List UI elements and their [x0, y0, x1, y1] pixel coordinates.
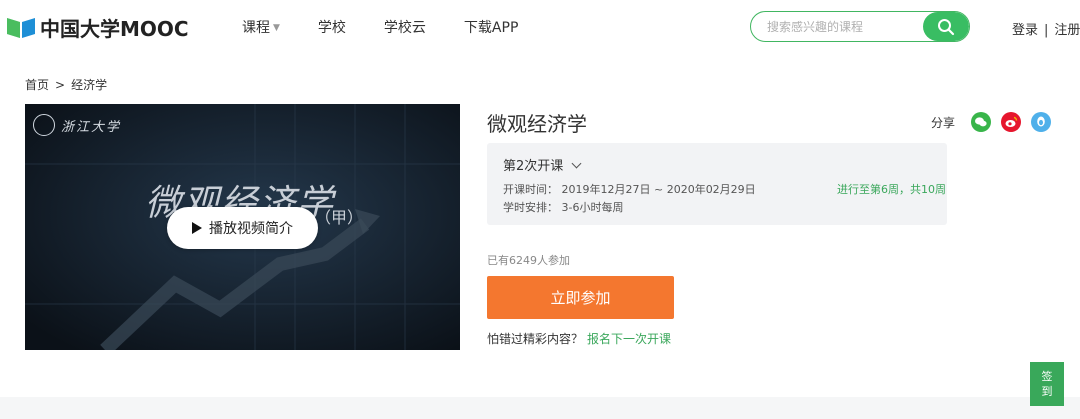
- term-time: 开课时间： 2019年12月27日 ~ 2020年02月29日: [503, 183, 756, 196]
- missed-text: 怕错过精彩内容？: [487, 332, 584, 346]
- university-seal-icon: [33, 114, 55, 136]
- top-header: 中国大学MOOC 课程▼ 学校 学校云 下载APP 登录 | 注册: [0, 0, 1080, 55]
- search-box: [750, 11, 970, 42]
- term-selector[interactable]: 第2次开课: [503, 155, 582, 174]
- course-title: 微观经济学: [487, 112, 587, 136]
- video-subtitle-text: （甲）: [315, 208, 364, 227]
- join-course-button[interactable]: 立即参加: [487, 276, 674, 319]
- enrolled-count: 已有6249人参加: [487, 254, 570, 267]
- nav-item-courses[interactable]: 课程 ▼: [242, 17, 280, 37]
- sign-in-label-1: 签: [1041, 370, 1053, 383]
- main-nav: 课程 ▼ 学校 学校云 下载APP: [242, 17, 556, 37]
- nav-item-label: 学校云: [383, 20, 426, 36]
- nav-item-label: 学校: [317, 20, 346, 36]
- auth-links: 登录 | 注册: [1012, 19, 1080, 38]
- nav-item-label: 下载APP: [463, 20, 519, 36]
- nav-item-download-app[interactable]: 下载APP: [464, 17, 518, 37]
- nav-item-label: 课程: [242, 20, 270, 36]
- breadcrumb-category[interactable]: 经济学: [71, 78, 107, 92]
- term-progress: 进行至第6周，共10周: [837, 183, 946, 196]
- auth-separator: |: [1044, 23, 1049, 38]
- breadcrumb-home[interactable]: 首页: [25, 78, 49, 92]
- nav-item-schools[interactable]: 学校: [318, 17, 346, 37]
- login-link[interactable]: 登录: [1012, 23, 1038, 38]
- search-icon: [938, 18, 955, 35]
- nav-item-school-cloud[interactable]: 学校云: [384, 17, 426, 37]
- search-button[interactable]: [923, 12, 969, 41]
- share-label: 分享: [931, 115, 956, 130]
- caret-down-icon: ▼: [273, 23, 280, 33]
- register-link[interactable]: 注册: [1054, 23, 1080, 38]
- site-logo[interactable]: 中国大学MOOC: [6, 12, 189, 42]
- book-logo-icon: [6, 14, 36, 40]
- wechat-icon[interactable]: [971, 112, 992, 132]
- play-intro-label: 播放视频简介: [209, 221, 293, 237]
- video-player[interactable]: 浙江大学 微观经济学 （甲） 播放视频简介: [25, 104, 460, 350]
- term-name: 第2次开课: [503, 159, 564, 174]
- university-logo: 浙江大学: [33, 114, 121, 136]
- sign-in-label-2: 到: [1041, 385, 1053, 398]
- qq-icon[interactable]: [1031, 112, 1052, 132]
- next-term-prompt: 怕错过精彩内容？ 报名下一次开课: [487, 330, 671, 347]
- sign-in-button[interactable]: 签 到: [1030, 362, 1064, 406]
- share-bar: 分享: [931, 112, 1052, 132]
- search-input[interactable]: [765, 17, 919, 37]
- term-hours: 学时安排： 3-6小时每周: [503, 201, 624, 214]
- play-icon: [192, 222, 202, 234]
- breadcrumb: 首页 > 经济学: [25, 76, 113, 93]
- weibo-icon[interactable]: [1001, 112, 1022, 132]
- chevron-down-icon: [571, 158, 582, 169]
- breadcrumb-separator: >: [55, 78, 66, 92]
- term-info-box: 第2次开课 开课时间： 2019年12月27日 ~ 2020年02月29日 学时…: [487, 143, 947, 225]
- university-name: 浙江大学: [61, 119, 122, 135]
- play-intro-button[interactable]: 播放视频简介: [167, 207, 318, 249]
- course-panel: 首页 > 经济学 浙江大学 微观经济学 （甲） 播放视频简介 微观经济学 分享 …: [0, 54, 1080, 397]
- logo-text: 中国大学MOOC: [40, 16, 189, 41]
- next-term-link[interactable]: 报名下一次开课: [587, 332, 671, 346]
